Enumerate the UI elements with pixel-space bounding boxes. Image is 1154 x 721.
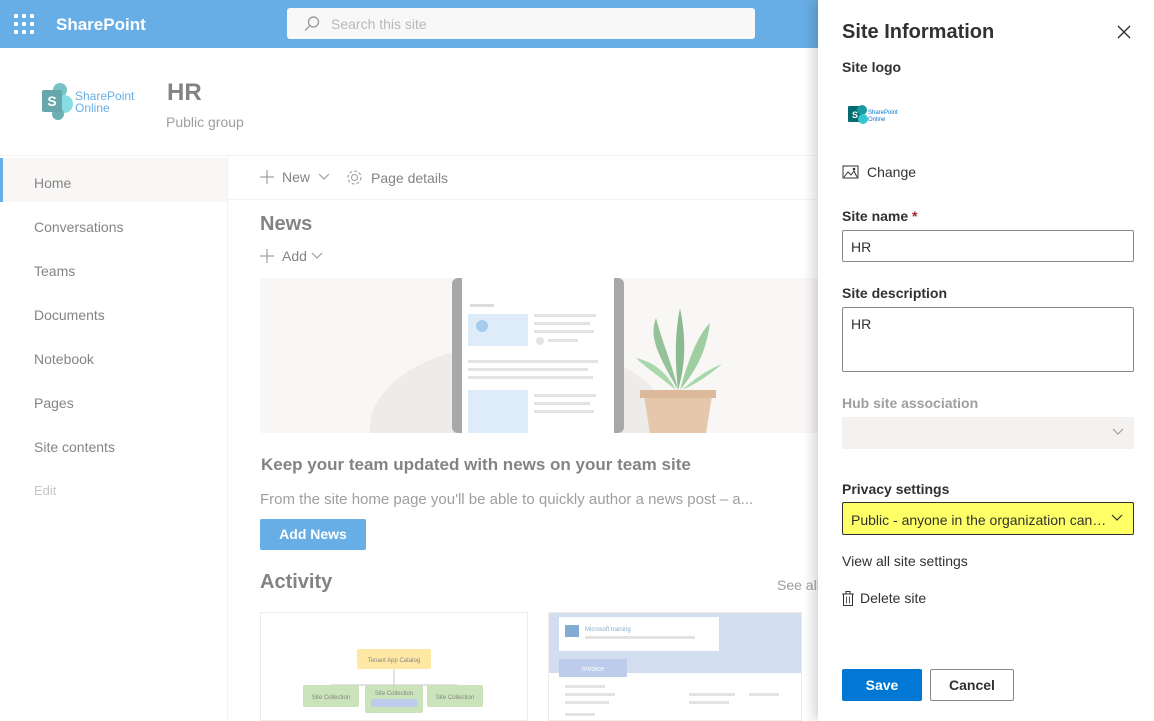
- privacy-settings-label: Privacy settings: [842, 481, 950, 497]
- site-description-textarea[interactable]: HR: [842, 307, 1134, 372]
- site-name-input[interactable]: HR: [842, 230, 1134, 262]
- close-icon: [1117, 25, 1131, 39]
- chevron-down-icon: [1112, 428, 1124, 435]
- trash-icon: [842, 590, 854, 606]
- site-information-panel: Site Information Site logo S SharePoint …: [818, 0, 1154, 721]
- panel-logo-text-line2: Online: [868, 117, 886, 123]
- panel-title: Site Information: [842, 21, 995, 43]
- site-name-label-text: Site name: [842, 208, 909, 224]
- privacy-settings-dropdown[interactable]: Public - anyone in the organization can …: [842, 502, 1134, 535]
- close-panel-button[interactable]: [1114, 22, 1134, 42]
- view-all-site-settings-label: View all site settings: [842, 553, 968, 569]
- panel-logo-text-line1: SharePoint: [868, 110, 898, 116]
- required-marker: *: [912, 208, 918, 224]
- hub-site-association-dropdown: [842, 417, 1134, 449]
- delete-site-label: Delete site: [860, 590, 927, 606]
- site-description-label: Site description: [842, 285, 948, 301]
- view-all-site-settings-link[interactable]: View all site settings: [842, 553, 968, 569]
- svg-text:S: S: [852, 110, 858, 120]
- cancel-button[interactable]: Cancel: [930, 669, 1014, 701]
- image-edit-icon: [842, 165, 859, 178]
- change-logo-label: Change: [867, 164, 917, 180]
- save-button[interactable]: Save: [842, 669, 922, 701]
- panel-overlay[interactable]: [0, 0, 818, 721]
- site-name-label: Site name *: [842, 208, 917, 224]
- privacy-settings-value: Public - anyone in the organization can …: [851, 512, 1107, 528]
- chevron-down-icon: [1111, 514, 1123, 521]
- site-logo-label: Site logo: [842, 59, 902, 75]
- change-logo-button[interactable]: Change: [842, 164, 916, 180]
- hub-site-association-label: Hub site association: [842, 395, 979, 411]
- site-logo-preview: S SharePoint Online: [846, 100, 906, 130]
- delete-site-button[interactable]: Delete site: [842, 590, 926, 606]
